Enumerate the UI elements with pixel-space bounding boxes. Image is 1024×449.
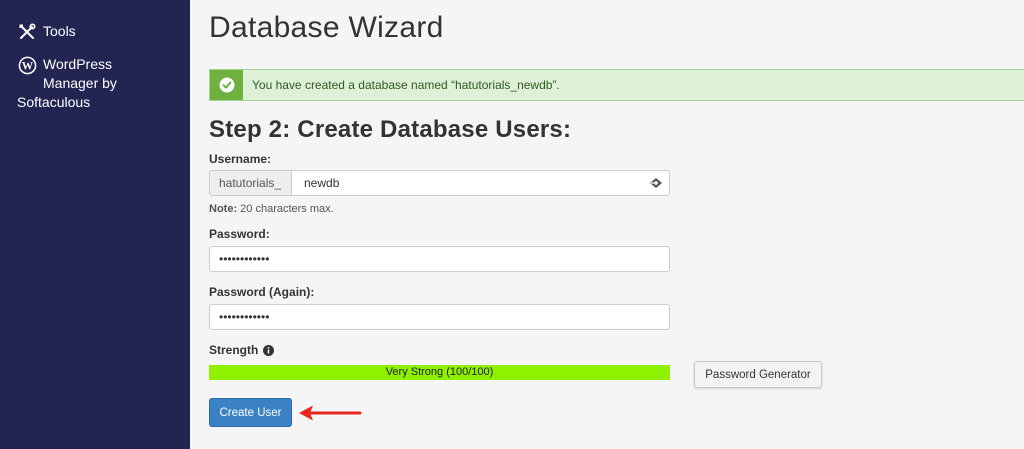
password-again-label: Password (Again): [209,285,315,299]
step-title: Step 2: Create Database Users: [209,116,572,143]
wordpress-icon: W [17,55,37,75]
page-title: Database Wizard [209,11,444,44]
sidebar-item-label-line1: WordPress [43,56,112,72]
password-again-input[interactable] [209,304,670,330]
svg-text:W: W [21,60,33,72]
password-input[interactable] [209,246,670,272]
username-label: Username: [209,152,272,166]
strength-text: Very Strong (100/100) [385,366,494,378]
sidebar-item-label-line3: Softaculous [17,94,91,110]
autofill-key-icon[interactable] [643,171,669,195]
note-bold: Note: [209,203,238,215]
red-arrow-annotation [299,405,362,421]
sidebar-item-label: Tools [43,23,76,39]
strength-label-row: Strength [209,343,275,357]
sidebar-item-label-line2: Manager by [43,75,117,91]
sidebar-item-wordpress-manager[interactable]: W WordPress Manager by Softaculous [17,55,177,112]
username-input[interactable] [292,171,643,195]
username-input-group: hatutorials_ [209,170,670,196]
alert-message: You have created a database named “hatut… [252,78,560,92]
password-label: Password: [209,227,270,241]
create-user-button[interactable]: Create User [209,398,292,427]
note-text: 20 characters max. [237,203,334,215]
tools-icon [17,22,37,42]
main-content: Database Wizard You have created a datab… [190,0,1024,449]
username-prefix: hatutorials_ [210,171,292,195]
success-alert: You have created a database named “hatut… [209,69,1024,101]
check-circle-icon [210,70,243,100]
strength-meter: Very Strong (100/100) [209,365,670,380]
sidebar-item-tools[interactable]: Tools [17,22,76,42]
username-note: Note: 20 characters max. [209,203,334,215]
sidebar: Tools W WordPress Manager by Softaculous [0,0,190,449]
info-icon[interactable] [263,344,275,356]
strength-label: Strength [209,343,259,357]
password-generator-button[interactable]: Password Generator [694,361,822,388]
